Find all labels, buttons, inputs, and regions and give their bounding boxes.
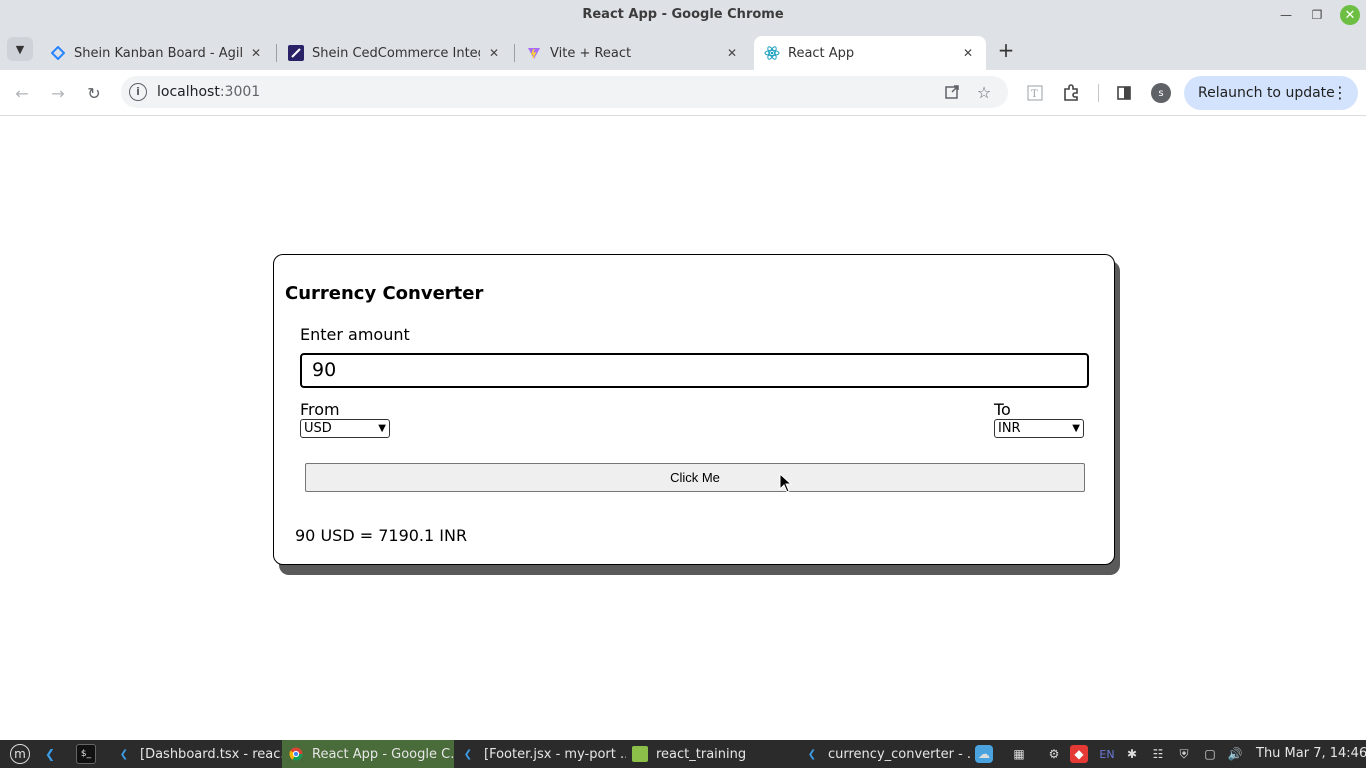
tab-label: Shein Kanban Board - Agile b (74, 45, 242, 61)
to-currency-select[interactable]: INR ▼ (994, 419, 1084, 438)
keyboard-layout[interactable]: EN (1097, 745, 1117, 763)
tab-label: React App (788, 45, 855, 61)
convert-button[interactable]: Click Me (305, 463, 1085, 492)
volume-icon[interactable]: 🔊 (1226, 745, 1244, 763)
taskbar-app-label: currency_converter - ... (828, 746, 970, 762)
address-bar[interactable]: i localhost:3001 ☆ (121, 76, 1008, 108)
display-icon[interactable]: ▢ (1201, 745, 1219, 763)
relaunch-label: Relaunch to update (1198, 85, 1335, 101)
tab-vite-react[interactable]: Vite + React ✕ (516, 36, 750, 70)
minimize-button[interactable]: — (1276, 5, 1296, 25)
anydesk-icon[interactable]: ◆ (1070, 745, 1088, 763)
taskbar-app[interactable]: react_training (626, 740, 798, 768)
vscode-launcher-icon[interactable]: ❮ (40, 744, 60, 764)
close-tab-icon[interactable]: ✕ (724, 46, 740, 60)
taskbar-app-label: [Dashboard.tsx - reac... (140, 746, 282, 762)
settings-gear-icon[interactable]: ⚙ (1045, 745, 1063, 763)
vscode-icon: ❮ (463, 748, 473, 760)
browser-toolbar: ← → ↻ i localhost:3001 ☆ T s Relaunch to… (0, 70, 1366, 116)
forward-arrow-icon[interactable]: → (46, 81, 70, 105)
new-tab-plus-icon[interactable]: + (994, 38, 1018, 62)
url-host: localhost (157, 84, 220, 100)
tab-react-app[interactable]: React App ✕ (754, 36, 986, 70)
cedcommerce-icon (288, 45, 304, 61)
tab-label: Vite + React (550, 45, 632, 61)
mouse-cursor-icon (779, 473, 793, 493)
tab-label: Shein CedCommerce Integra (312, 45, 480, 61)
toolbar-divider (1098, 84, 1099, 102)
extensions-puzzle-icon[interactable] (1059, 81, 1083, 105)
close-window-button[interactable]: ✕ (1340, 5, 1360, 25)
conversion-result: 90 USD = 7190.1 INR (295, 526, 468, 545)
slack-icon[interactable]: ✱ (1123, 745, 1141, 763)
converter-card: Currency Converter Enter amount 90 From … (273, 254, 1115, 565)
folder-icon (632, 746, 648, 762)
from-currency-select[interactable]: USD ▼ (300, 419, 390, 438)
converter-title: Currency Converter (285, 283, 484, 304)
clipboard-icon[interactable]: ☷ (1149, 745, 1167, 763)
maximize-button[interactable]: ❐ (1307, 5, 1327, 25)
bookmark-star-icon[interactable]: ☆ (974, 82, 994, 102)
window-titlebar: React App - Google Chrome — ❐ ✕ (0, 0, 1366, 30)
taskbar-app-label: React App - Google C... (312, 746, 454, 762)
chevron-down-icon: ▼ (1072, 423, 1080, 434)
close-tab-icon[interactable]: ✕ (248, 46, 264, 60)
chrome-icon (288, 746, 304, 762)
chevron-down-icon: ▼ (378, 423, 386, 434)
tab-shein-kanban[interactable]: Shein Kanban Board - Agile b ✕ (40, 36, 274, 70)
calculator-icon[interactable]: ▦ (1010, 745, 1028, 763)
taskbar-app[interactable]: React App - Google C... (282, 740, 454, 768)
mint-menu-icon[interactable]: m (10, 744, 30, 764)
clock[interactable]: Thu Mar 7, 14:46 (1256, 746, 1366, 761)
profile-avatar[interactable]: s (1151, 83, 1171, 103)
more-menu-icon[interactable]: ⋮ (1332, 83, 1348, 102)
taskbar-app-label: react_training (656, 746, 747, 762)
close-tab-icon[interactable]: ✕ (960, 46, 976, 60)
tab-search-button[interactable]: ▼ (7, 37, 33, 61)
terminal-icon[interactable]: $_ (76, 744, 96, 764)
cloud-sync-icon[interactable]: ☁ (975, 745, 993, 763)
taskbar-app[interactable]: ❮ [Footer.jsx - my-port ... (454, 740, 626, 768)
side-panel-icon[interactable] (1112, 81, 1136, 105)
vite-icon (526, 45, 542, 61)
to-currency-value: INR (998, 421, 1021, 436)
tab-separator (276, 44, 277, 62)
from-currency-value: USD (304, 421, 332, 436)
taskbar-app[interactable]: ❮ [Dashboard.tsx - reac... (110, 740, 282, 768)
url-text[interactable]: localhost:3001 (157, 84, 260, 100)
taskbar-app-label: [Footer.jsx - my-port ... (484, 746, 626, 762)
jira-icon (50, 45, 66, 61)
shield-icon[interactable]: ⛨ (1175, 745, 1193, 763)
svg-text:T: T (1031, 89, 1038, 100)
open-in-app-icon[interactable] (942, 82, 962, 102)
tab-shein-cedcommerce[interactable]: Shein CedCommerce Integra ✕ (278, 36, 512, 70)
vscode-icon: ❮ (119, 748, 129, 760)
reload-icon[interactable]: ↻ (82, 81, 106, 105)
tab-separator (514, 44, 515, 62)
react-icon (764, 45, 780, 61)
back-arrow-icon[interactable]: ← (10, 81, 34, 105)
from-label: From (300, 400, 340, 419)
to-label: To (994, 400, 1011, 419)
tab-strip: ▼ Shein Kanban Board - Agile b ✕ Shein C… (0, 30, 1366, 70)
amount-label: Enter amount (300, 325, 410, 344)
window-title: React App - Google Chrome (582, 7, 784, 22)
amount-input[interactable]: 90 (300, 353, 1089, 388)
taskbar-app[interactable]: ❮ currency_converter - ... (798, 740, 970, 768)
taskbar: m ❮ $_ ❮ [Dashboard.tsx - reac... React … (0, 740, 1366, 768)
relaunch-button[interactable]: Relaunch to update ⋮ (1184, 76, 1358, 110)
translate-extension-icon[interactable]: T (1023, 81, 1047, 105)
close-tab-icon[interactable]: ✕ (486, 46, 502, 60)
site-info-icon[interactable]: i (129, 83, 147, 101)
vscode-icon: ❮ (807, 748, 817, 760)
url-port: :3001 (219, 84, 261, 100)
